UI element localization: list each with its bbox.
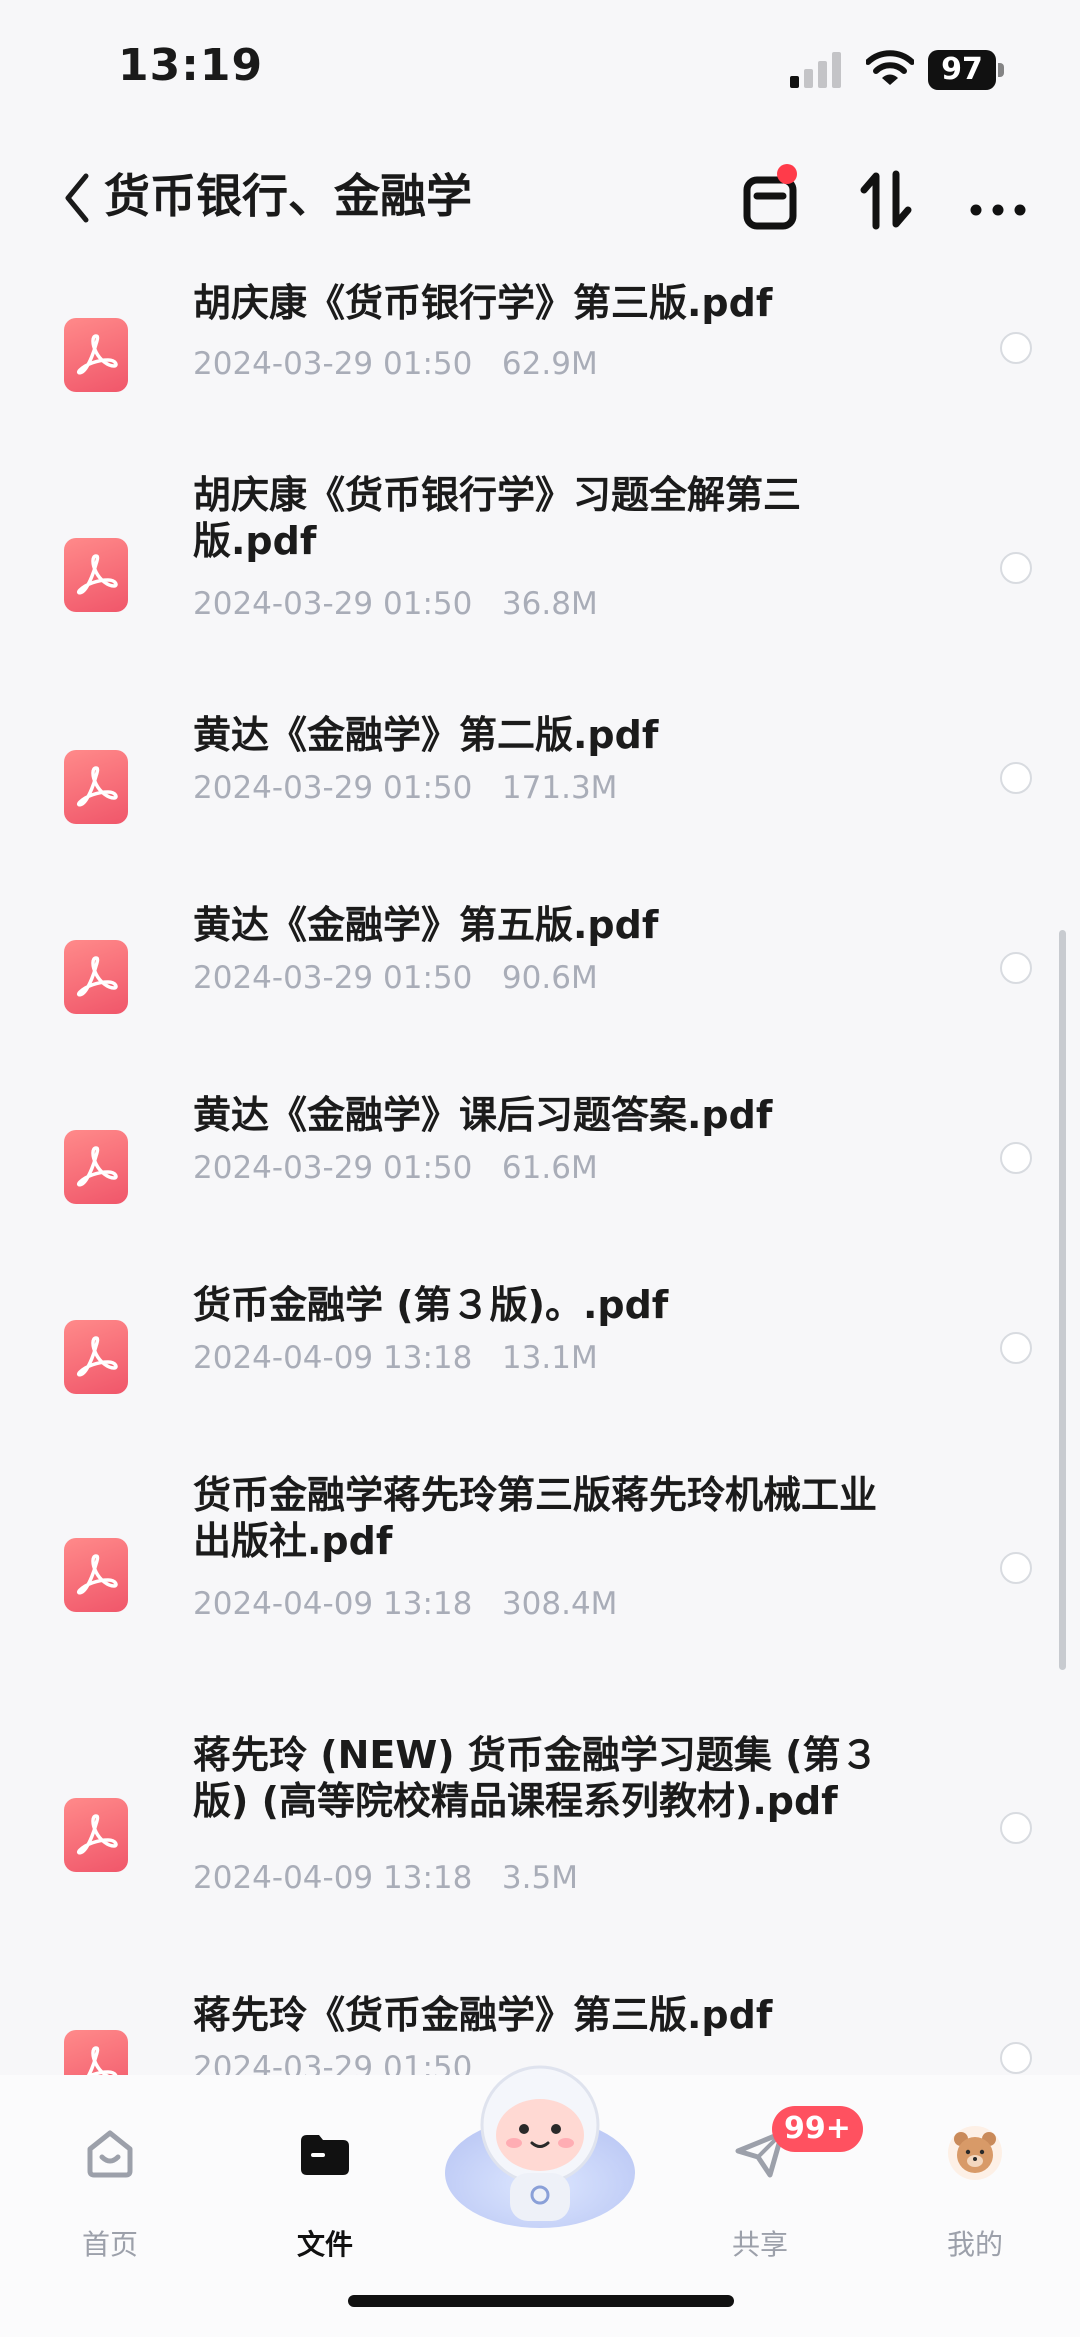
transfer-list-button[interactable] xyxy=(735,160,815,240)
pdf-file-icon xyxy=(64,1320,128,1394)
more-dots-icon xyxy=(970,204,1026,216)
select-radio[interactable] xyxy=(1000,952,1032,984)
file-date: 2024-04-09 13:18 xyxy=(193,1340,473,1376)
select-radio[interactable] xyxy=(1000,1332,1032,1364)
pdf-file-icon xyxy=(64,538,128,612)
tray-icon xyxy=(743,176,797,230)
file-size: 61.6M xyxy=(501,1150,598,1186)
home-indicator[interactable] xyxy=(348,2295,734,2307)
scrollbar[interactable] xyxy=(1059,930,1066,1670)
file-name: 黄达《金融学》第二版.pdf xyxy=(193,713,659,757)
battery-indicator: 97 xyxy=(928,50,1004,90)
assistant-mascot-icon[interactable] xyxy=(440,2055,640,2230)
file-size: 90.6M xyxy=(501,960,598,996)
pdf-file-icon xyxy=(64,1130,128,1204)
file-name: 货币金融学蒋先玲第三版蒋先玲机械工业出版社.pdf xyxy=(193,1473,878,1563)
file-date: 2024-03-29 01:50 xyxy=(193,770,473,806)
select-radio[interactable] xyxy=(1000,1812,1032,1844)
battery-level: 97 xyxy=(928,50,996,90)
select-radio[interactable] xyxy=(1000,332,1032,364)
wifi-icon xyxy=(866,50,914,85)
status-bar: 13:19 97 xyxy=(0,0,1080,140)
select-radio[interactable] xyxy=(1000,1552,1032,1584)
file-date: 2024-04-09 13:18 xyxy=(193,1860,473,1896)
file-meta: 2024-04-09 13:18 3.5M xyxy=(193,1858,578,1898)
file-row[interactable]: 黄达《金融学》第五版.pdf 2024-03-29 01:50 90.6M xyxy=(0,902,1080,1052)
file-meta: 2024-03-29 01:50 62.9M xyxy=(193,344,598,384)
sort-button[interactable] xyxy=(848,160,928,240)
tab-label: 我的 xyxy=(946,2228,1003,2261)
file-meta: 2024-03-29 01:50 61.6M xyxy=(193,1148,598,1188)
file-date: 2024-04-09 13:18 xyxy=(193,1586,473,1622)
file-name: 胡庆康《货币银行学》习题全解第三版.pdf xyxy=(193,473,802,563)
sort-arrows-icon xyxy=(860,170,912,230)
select-radio[interactable] xyxy=(1000,2042,1032,2074)
share-count-badge: 99+ xyxy=(772,2106,863,2152)
file-date: 2024-03-29 01:50 xyxy=(193,586,473,622)
select-radio[interactable] xyxy=(1000,1142,1032,1174)
file-size: 13.1M xyxy=(501,1340,598,1376)
file-row[interactable]: 蒋先玲 (NEW) 货币金融学习题集 (第３版) (高等院校精品课程系列教材).… xyxy=(0,1732,1080,1932)
cellular-signal-icon xyxy=(790,52,841,88)
file-size: 171.3M xyxy=(501,770,618,806)
file-size: 36.8M xyxy=(501,586,598,622)
tab-label: 文件 xyxy=(296,2228,353,2261)
file-row[interactable]: 黄达《金融学》课后习题答案.pdf 2024-03-29 01:50 61.6M xyxy=(0,1092,1080,1242)
file-row[interactable]: 胡庆康《货币银行学》第三版.pdf 2024-03-29 01:50 62.9M xyxy=(0,280,1080,430)
battery-tip xyxy=(998,63,1004,77)
select-radio[interactable] xyxy=(1000,552,1032,584)
file-size: 62.9M xyxy=(501,346,598,382)
folder-icon xyxy=(301,2135,349,2175)
back-chevron-icon[interactable] xyxy=(58,168,98,228)
pdf-file-icon xyxy=(64,318,128,392)
file-row[interactable]: 货币金融学蒋先玲第三版蒋先玲机械工业出版社.pdf 2024-04-09 13:… xyxy=(0,1472,1080,1652)
pdf-file-icon xyxy=(64,940,128,1014)
file-row[interactable]: 黄达《金融学》第二版.pdf 2024-03-29 01:50 171.3M xyxy=(0,712,1080,862)
file-meta: 2024-03-29 01:50 90.6M xyxy=(193,958,598,998)
nav-header: 货币银行、金融学 xyxy=(0,140,1080,260)
tab-files[interactable]: 文件 xyxy=(245,2125,405,2275)
file-meta: 2024-03-29 01:50 171.3M xyxy=(193,768,617,808)
file-name: 蒋先玲《货币金融学》第三版.pdf xyxy=(193,1993,773,2037)
more-options-button[interactable] xyxy=(960,160,1040,240)
select-radio[interactable] xyxy=(1000,762,1032,794)
file-name: 黄达《金融学》第五版.pdf xyxy=(193,903,659,947)
file-meta: 2024-04-09 13:18 308.4M xyxy=(193,1584,617,1624)
tab-home[interactable]: 首页 xyxy=(30,2125,190,2275)
file-row[interactable]: 胡庆康《货币银行学》习题全解第三版.pdf 2024-03-29 01:50 3… xyxy=(0,472,1080,622)
pdf-file-icon xyxy=(64,750,128,824)
file-date: 2024-03-29 01:50 xyxy=(193,960,473,996)
status-time: 13:19 xyxy=(118,40,264,91)
page-title: 货币银行、金融学 xyxy=(104,169,472,223)
tab-label: 首页 xyxy=(81,2228,138,2261)
file-name: 蒋先玲 (NEW) 货币金融学习题集 (第３版) (高等院校精品课程系列教材).… xyxy=(193,1733,879,1823)
file-row[interactable]: 货币金融学 (第３版)。.pdf 2024-04-09 13:18 13.1M xyxy=(0,1282,1080,1432)
pdf-file-icon xyxy=(64,1538,128,1612)
home-icon xyxy=(87,2130,133,2178)
file-meta: 2024-03-29 01:50 36.8M xyxy=(193,584,598,624)
file-name: 货币金融学 (第３版)。.pdf xyxy=(193,1283,669,1327)
pdf-file-icon xyxy=(64,1798,128,1872)
notification-dot xyxy=(777,164,797,184)
tab-mine[interactable]: 我的 xyxy=(895,2125,1055,2275)
file-size: 3.5M xyxy=(501,1860,578,1896)
file-size: 308.4M xyxy=(501,1586,618,1622)
tab-label: 共享 xyxy=(731,2228,788,2261)
file-meta: 2024-04-09 13:18 13.1M xyxy=(193,1338,598,1378)
file-name: 黄达《金融学》课后习题答案.pdf xyxy=(193,1093,773,1137)
bear-avatar-icon xyxy=(948,2126,1002,2180)
file-name: 胡庆康《货币银行学》第三版.pdf xyxy=(193,281,773,325)
file-date: 2024-03-29 01:50 xyxy=(193,346,473,382)
file-date: 2024-03-29 01:50 xyxy=(193,1150,473,1186)
